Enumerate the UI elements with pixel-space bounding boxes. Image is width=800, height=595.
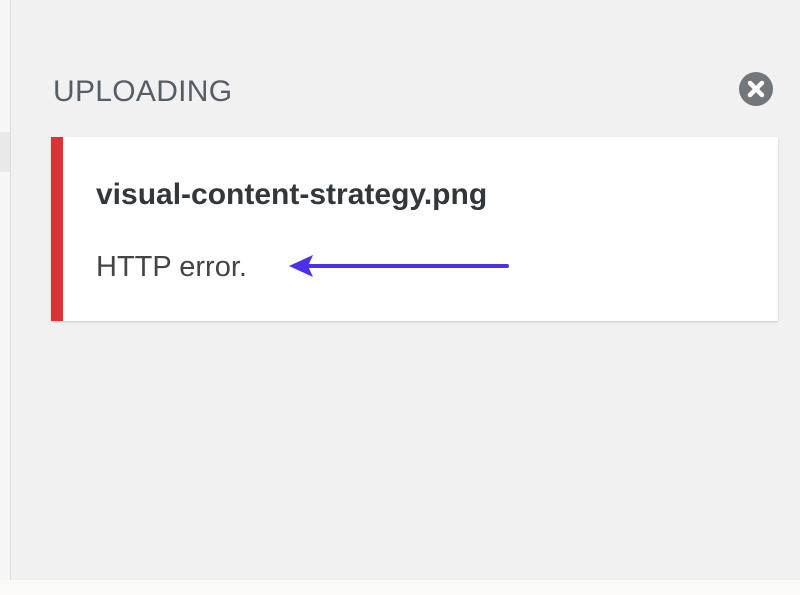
upload-filename: visual-content-strategy.png: [96, 178, 488, 211]
close-icon[interactable]: [739, 72, 773, 106]
left-arrow-icon: [289, 255, 509, 277]
upload-error-message: HTTP error.: [96, 251, 247, 283]
upload-panel: UPLOADING visual-content-strategy.png HT…: [11, 0, 800, 580]
uploading-heading: UPLOADING: [53, 75, 233, 108]
upload-error-card: visual-content-strategy.png HTTP error.: [51, 137, 778, 321]
left-panel-notch: [0, 132, 10, 172]
close-x-glyph: [747, 80, 765, 98]
left-panel-edge: [0, 0, 11, 580]
bottom-strip: [0, 580, 800, 595]
